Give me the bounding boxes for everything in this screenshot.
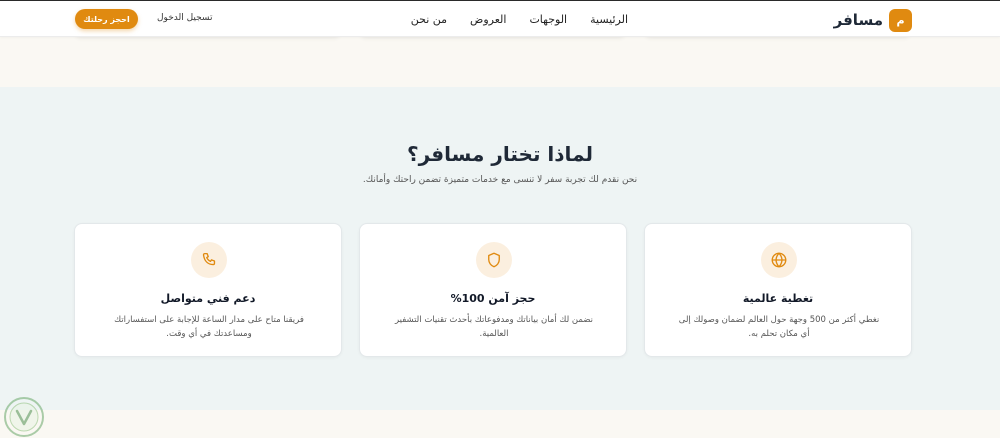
feature-card-description: نضمن لك أمان بياناتك ومدفوعاتك بأحدث تقن…: [394, 315, 594, 339]
next-section-start: [0, 410, 1000, 438]
watermark-seal-icon: [3, 396, 45, 438]
brand-logo[interactable]: م مسافر: [834, 8, 912, 32]
feature-card-title: حجز آمن 100%: [450, 292, 536, 305]
nav-link-about[interactable]: من نحن: [411, 13, 447, 26]
login-link[interactable]: تسجيل الدخول: [157, 13, 212, 23]
feature-card-global: تغطية عالمية نغطي أكثر من 500 وجهة حول ا…: [644, 223, 912, 357]
book-trip-button[interactable]: احجز رحلتك: [75, 9, 138, 29]
previous-section-tail: [0, 31, 1000, 87]
brand-mark-icon: م: [889, 8, 912, 32]
nav-link-offers[interactable]: العروض: [470, 13, 506, 26]
brand-name: مسافر: [833, 11, 883, 29]
phone-icon: [191, 242, 227, 278]
nav-link-home[interactable]: الرئيسية: [590, 13, 628, 26]
main-nav: الرئيسية الوجهات العروض من نحن: [411, 1, 628, 37]
feature-card-title: تغطية عالمية: [742, 292, 814, 305]
section-subtitle: نحن نقدم لك تجربة سفر لا تنسى مع خدمات م…: [362, 175, 638, 185]
feature-card-description: فريقنا متاح على مدار الساعة للإجابة على …: [114, 315, 304, 339]
section-title: لماذا تختار مسافر؟: [407, 142, 593, 166]
why-choose-us-section: لماذا تختار مسافر؟ نحن نقدم لك تجربة سفر…: [0, 87, 1000, 410]
shield-icon: [476, 242, 512, 278]
feature-card-description: نغطي أكثر من 500 وجهة حول العالم لضمان و…: [678, 315, 880, 339]
feature-card-support: دعم فني متواصل فريقنا متاح على مدار السا…: [74, 223, 342, 357]
top-header: م مسافر الرئيسية الوجهات العروض من نحن ت…: [0, 1, 1000, 37]
feature-card-secure: حجز آمن 100% نضمن لك أمان بياناتك ومدفوع…: [359, 223, 627, 357]
globe-icon: [761, 242, 797, 278]
feature-card-title: دعم فني متواصل: [160, 292, 256, 305]
nav-link-destinations[interactable]: الوجهات: [529, 13, 567, 26]
